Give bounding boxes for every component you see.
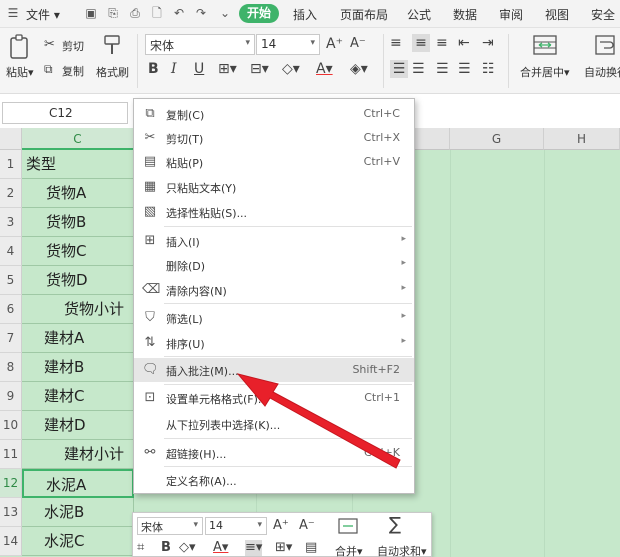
red-arrow-annotation	[236, 373, 401, 469]
